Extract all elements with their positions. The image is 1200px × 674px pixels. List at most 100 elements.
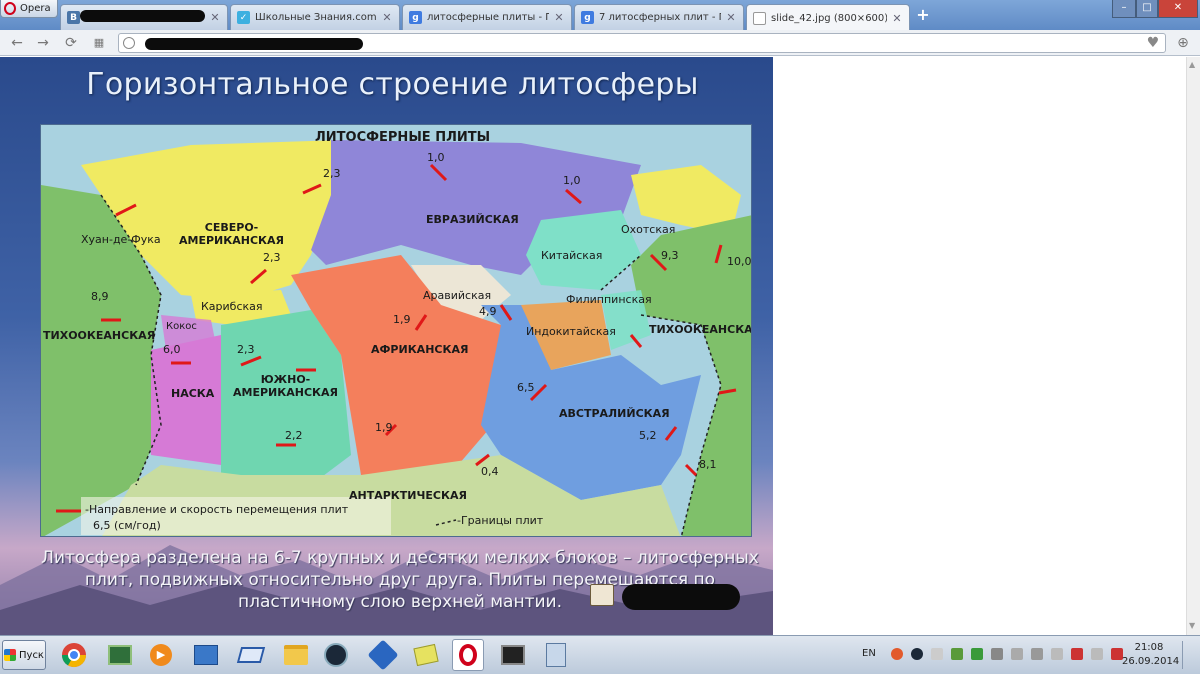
new-tab-button[interactable]: + bbox=[913, 6, 933, 24]
notes-icon[interactable] bbox=[410, 639, 442, 671]
map-heading: ЛИТОСФЕРНЫЕ ПЛИТЫ bbox=[315, 130, 491, 145]
page-viewport: Горизонтальное строение литосферы ЛИТОСФ… bbox=[0, 57, 1200, 635]
tray-update-icon[interactable] bbox=[971, 648, 983, 660]
slide-image: Горизонтальное строение литосферы ЛИТОСФ… bbox=[0, 57, 773, 635]
opera-icon[interactable] bbox=[452, 639, 484, 671]
start-label: Пуск bbox=[19, 649, 44, 661]
tray-flag-icon[interactable] bbox=[931, 648, 943, 660]
reload-button[interactable]: ⟳ bbox=[62, 34, 80, 52]
tab-close-icon[interactable]: ✕ bbox=[209, 11, 221, 24]
speed-label: 9,3 bbox=[661, 249, 679, 262]
media-player-icon[interactable]: ▶ bbox=[145, 639, 177, 671]
label-chinese: Китайская bbox=[541, 249, 603, 262]
show-desktop-button[interactable] bbox=[1182, 641, 1196, 669]
tab-close-icon[interactable]: ✕ bbox=[725, 11, 737, 24]
game-icon[interactable] bbox=[367, 639, 399, 671]
opera-menu-button[interactable]: Opera bbox=[0, 0, 58, 18]
windows-logo-icon bbox=[4, 649, 16, 661]
label-indochina: Индокитайская bbox=[526, 325, 616, 338]
tray-volume-icon[interactable] bbox=[1051, 648, 1063, 660]
speed-label: 6,5 bbox=[517, 381, 535, 394]
label-eurasian: ЕВРАЗИЙСКАЯ bbox=[426, 213, 519, 226]
vertical-scrollbar[interactable]: ▲ ▼ bbox=[1186, 57, 1200, 635]
tab-close-icon[interactable]: ✕ bbox=[891, 12, 903, 25]
speed-label: 2,2 bbox=[285, 429, 303, 442]
speed-label: 2,3 bbox=[323, 167, 341, 180]
steam-icon[interactable] bbox=[320, 639, 352, 671]
bookmark-button[interactable]: ♥ bbox=[1144, 34, 1162, 52]
label-arabian: Аравийская bbox=[423, 289, 492, 302]
vk-icon: В bbox=[67, 11, 80, 24]
label-antarctic: АНТАРКТИЧЕСКАЯ bbox=[349, 489, 467, 502]
start-button[interactable]: Пуск bbox=[2, 640, 46, 670]
google-icon: g bbox=[409, 11, 422, 24]
speed-label: 6,0 bbox=[163, 343, 181, 356]
arrow-right-icon: → bbox=[37, 35, 49, 51]
tray-network-signal-icon[interactable] bbox=[1031, 648, 1043, 660]
label-juan-de-fuca: Хуан-де-Фука bbox=[81, 233, 161, 246]
ccleaner-icon[interactable] bbox=[104, 639, 136, 671]
label-australian: АВСТРАЛИЙСКАЯ bbox=[559, 407, 670, 420]
tab-slide-image[interactable]: slide_42.jpg (800×600) ✕ bbox=[746, 4, 910, 31]
legend-units: 6,5 (см/год) bbox=[93, 519, 161, 532]
label-okhotsk: Охотская bbox=[621, 223, 676, 236]
label-philippine: Филиппинская bbox=[566, 293, 652, 306]
speed-label: 1,0 bbox=[563, 174, 581, 187]
downloads-button[interactable]: ⊕ bbox=[1174, 34, 1192, 52]
label-cocos: Кокос bbox=[166, 321, 197, 332]
folder-icon[interactable] bbox=[280, 639, 312, 671]
clock-date: 26.09.2014 bbox=[1122, 656, 1180, 667]
speed-dial-button[interactable]: ▦ bbox=[90, 34, 108, 52]
heart-icon: ♥ bbox=[1146, 35, 1160, 51]
forward-button[interactable]: → bbox=[34, 34, 52, 52]
tab-google-search-2[interactable]: g 7 литосферных плит - Поис ✕ bbox=[574, 4, 744, 30]
tray-app-icon[interactable] bbox=[951, 648, 963, 660]
taskbar-clock[interactable]: 21:08 26.09.2014 bbox=[1122, 641, 1180, 669]
scroll-up-icon[interactable]: ▲ bbox=[1189, 60, 1198, 69]
label-african: АФРИКАНСКАЯ bbox=[371, 343, 469, 356]
tab-znanija[interactable]: ✓ Школьные Знания.com - Ре ✕ bbox=[230, 4, 400, 30]
tray-antivirus-icon[interactable] bbox=[891, 648, 903, 660]
chrome-icon[interactable] bbox=[58, 639, 90, 671]
tray-device-icon[interactable] bbox=[991, 648, 1003, 660]
tab-title: 7 литосферных плит - Поис bbox=[599, 12, 721, 23]
minimize-button[interactable]: – bbox=[1112, 0, 1136, 18]
calculator-icon[interactable] bbox=[540, 639, 572, 671]
close-window-button[interactable]: ✕ bbox=[1158, 0, 1198, 18]
globe-icon bbox=[123, 37, 135, 49]
label-pacific-right: ТИХООКЕАНСКАЯ bbox=[649, 323, 752, 336]
virtualbox-icon[interactable] bbox=[235, 639, 267, 671]
tray-monitor-icon[interactable] bbox=[1011, 648, 1023, 660]
terminal-icon[interactable] bbox=[497, 639, 529, 671]
reload-icon: ⟳ bbox=[65, 35, 77, 51]
tray-keyboard-icon[interactable] bbox=[1091, 648, 1103, 660]
input-language[interactable]: EN bbox=[862, 648, 876, 659]
opera-logo-icon bbox=[4, 2, 16, 15]
navigation-bar: ← → ⟳ ▦ ♥ ⊕ bbox=[0, 30, 1200, 56]
arrow-left-icon: ← bbox=[11, 35, 23, 51]
tray-battery-icon[interactable] bbox=[1071, 648, 1083, 660]
scroll-down-icon[interactable]: ▼ bbox=[1189, 621, 1198, 630]
maximize-button[interactable]: □ bbox=[1136, 0, 1158, 18]
opera-menu-label: Opera bbox=[20, 3, 51, 14]
tab-google-search-1[interactable]: g литосферные плиты - Поис ✕ bbox=[402, 4, 572, 30]
tray-steam-icon[interactable] bbox=[911, 648, 923, 660]
clock-time: 21:08 bbox=[1134, 642, 1164, 653]
tab-title: slide_42.jpg (800×600) bbox=[771, 12, 887, 24]
tab-title: литосферные плиты - Поис bbox=[427, 12, 549, 23]
label-north-american: СЕВЕРО- АМЕРИКАНСКАЯ bbox=[179, 221, 284, 247]
presentation-icon bbox=[590, 584, 614, 606]
speed-label: 0,4 bbox=[481, 465, 499, 478]
speed-label: 8,9 bbox=[91, 290, 109, 303]
tab-close-icon[interactable]: ✕ bbox=[381, 11, 393, 24]
speed-label: 10,0 bbox=[727, 255, 752, 268]
nazca-plate bbox=[151, 335, 221, 465]
network-icon[interactable] bbox=[190, 639, 222, 671]
speed-label: 5,2 bbox=[639, 429, 657, 442]
back-button[interactable]: ← bbox=[8, 34, 26, 52]
grid-icon: ▦ bbox=[93, 36, 105, 49]
tab-close-icon[interactable]: ✕ bbox=[553, 11, 565, 24]
label-pacific-left: ТИХООКЕАНСКАЯ bbox=[43, 329, 156, 342]
speed-label: 8,1 bbox=[699, 458, 717, 471]
redacted-url bbox=[145, 38, 363, 50]
